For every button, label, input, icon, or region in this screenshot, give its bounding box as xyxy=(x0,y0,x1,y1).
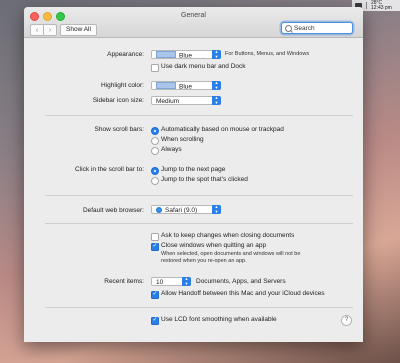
handoff-label: Allow Handoff between this Mac and your … xyxy=(161,290,325,297)
browser-label: Default web browser: xyxy=(82,207,144,214)
appearance-popup[interactable]: Blue ▲ ▼ xyxy=(151,49,221,60)
search-input[interactable]: Search xyxy=(281,22,353,34)
appearance-label: Appearance: xyxy=(107,51,144,58)
recent-items-suffix: Documents, Apps, and Servers xyxy=(196,278,286,285)
popup-arrows-icon: ▲ ▼ xyxy=(212,49,221,59)
dark-menu-checkbox[interactable] xyxy=(151,64,159,72)
browser-value: Safari (9.0) xyxy=(165,207,198,214)
color-swatch-icon xyxy=(156,51,176,58)
popup-arrows-icon: ▲ ▼ xyxy=(212,95,221,105)
search-placeholder: Search xyxy=(294,25,315,32)
back-button[interactable]: ‹ xyxy=(30,24,44,36)
forward-button[interactable]: › xyxy=(44,24,57,36)
recent-items-value: 10 xyxy=(156,279,164,286)
recent-items-popup[interactable]: 10 ▲ ▼ xyxy=(151,276,191,286)
appearance-value: Blue xyxy=(179,52,193,60)
appearance-note: For Buttons, Menus, and Windows xyxy=(225,51,310,57)
search-icon xyxy=(285,25,292,32)
sidebar-size-label: Sidebar icon size: xyxy=(92,97,144,104)
handoff-checkbox[interactable] xyxy=(151,290,159,299)
popup-arrows-icon: ▲ ▼ xyxy=(182,276,191,286)
ask-keep-changes-checkbox[interactable] xyxy=(151,233,159,241)
dark-menu-label: Use dark menu bar and Dock xyxy=(161,63,246,70)
section-divider xyxy=(45,223,353,224)
highlight-label: Highlight color: xyxy=(101,82,144,89)
recent-items-label: Recent items: xyxy=(104,278,144,285)
scroll-always-radio[interactable] xyxy=(151,147,159,155)
section-divider xyxy=(45,195,353,196)
menu-separator xyxy=(366,2,367,9)
highlight-value: Blue xyxy=(179,83,193,91)
popup-arrows-icon: ▲ ▼ xyxy=(212,80,221,90)
safari-icon xyxy=(156,206,162,213)
popup-arrows-icon: ▲ ▼ xyxy=(212,204,221,214)
show-all-button[interactable]: Show All xyxy=(60,24,97,36)
section-divider xyxy=(45,115,353,116)
section-divider xyxy=(45,307,353,308)
scroll-bars-label: Show scroll bars: xyxy=(94,126,145,133)
lcd-smoothing-label: Use LCD font smoothing when available xyxy=(161,316,277,323)
jump-to-spot-radio[interactable] xyxy=(151,177,159,185)
nav-buttons: ‹ › xyxy=(30,24,57,36)
browser-popup[interactable]: Safari (9.0) ▲ ▼ xyxy=(151,204,221,214)
window-title: General xyxy=(181,12,206,19)
chevron-left-icon: ‹ xyxy=(35,26,39,34)
color-swatch-icon xyxy=(156,82,176,89)
scroll-click-label: Click in the scroll bar to: xyxy=(75,166,144,173)
jump-next-page-label: Jump to the next page xyxy=(161,166,226,173)
lcd-smoothing-checkbox[interactable] xyxy=(151,316,159,325)
sidebar-size-popup[interactable]: Medium ▲ ▼ xyxy=(151,95,221,105)
scroll-always-label: Always xyxy=(161,146,182,153)
sidebar-size-value: Medium xyxy=(156,98,180,105)
menu-clock[interactable]: 28°C 12:43 pm xyxy=(371,0,392,11)
scroll-auto-label: Automatically based on mouse or trackpad xyxy=(161,126,284,133)
jump-to-spot-label: Jump to the spot that's clicked xyxy=(161,176,248,183)
title-bar: General ‹ › Show All Search xyxy=(24,7,363,38)
jump-next-page-radio[interactable] xyxy=(151,167,159,175)
highlight-popup[interactable]: Blue ▲ ▼ xyxy=(151,80,221,91)
close-windows-note-line-2: restored when you re-open an app. xyxy=(161,258,247,264)
scroll-when-scrolling-label: When scrolling xyxy=(161,136,204,143)
ask-keep-changes-label: Ask to keep changes when closing documen… xyxy=(161,232,295,239)
help-button[interactable]: ? xyxy=(341,315,352,326)
chevron-right-icon: › xyxy=(48,26,52,34)
scroll-when-scrolling-radio[interactable] xyxy=(151,137,159,145)
close-windows-checkbox[interactable] xyxy=(151,242,159,251)
scroll-auto-radio[interactable] xyxy=(151,127,159,135)
preferences-window: General ‹ › Show All Search Appearance: … xyxy=(24,7,363,342)
close-windows-note-line-1: When selected, open documents and window… xyxy=(161,251,301,257)
close-windows-label: Close windows when quitting an app xyxy=(161,242,267,249)
clock-time: 12:43 pm xyxy=(371,4,392,11)
